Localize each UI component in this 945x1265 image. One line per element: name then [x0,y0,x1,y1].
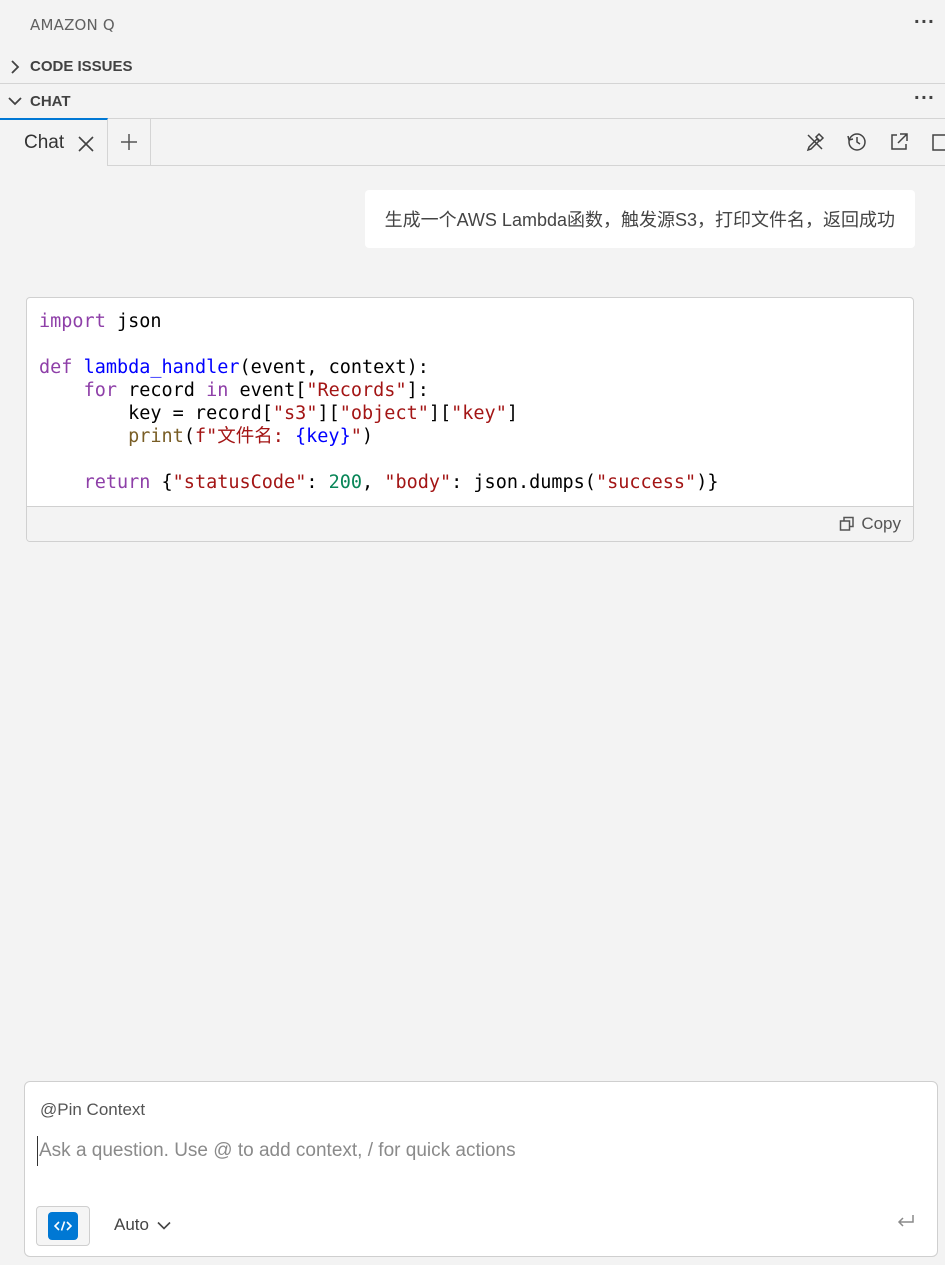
chevron-right-icon [0,59,30,75]
code-icon [48,1212,78,1240]
code-mode-toggle[interactable] [36,1206,90,1246]
send-icon[interactable] [895,1210,917,1232]
new-tab-button[interactable] [108,119,151,165]
code-content: import json def lambda_handler(event, co… [39,310,718,494]
code-line: print(f"文件名: {key}") [128,426,373,447]
panel-header: AMAZON Q ··· [0,0,945,50]
chevron-down-icon [157,1221,171,1230]
chat-tab-bar: Chat [0,118,945,166]
tab-chat[interactable]: Chat [0,118,108,166]
code-line: key = record["s3"]["object"]["key"] [39,403,518,424]
copy-icon [840,516,855,531]
open-external-icon[interactable] [888,131,910,153]
section-code-issues[interactable]: CODE ISSUES [0,50,945,84]
section-label-chat: CHAT [30,92,71,110]
plus-icon [121,134,137,150]
code-block: import json def lambda_handler(event, co… [26,297,914,542]
model-select[interactable]: Auto [114,1215,171,1235]
panel-more-icon[interactable]: ··· [914,12,935,31]
user-message: 生成一个AWS Lambda函数，触发源S3，打印文件名，返回成功 [364,190,915,248]
tools-icon[interactable] [804,131,826,153]
chat-input[interactable] [37,1136,917,1166]
code-line: import json [39,311,162,332]
history-icon[interactable] [846,131,868,153]
copy-label: Copy [861,514,901,533]
code-line: return {"statusCode": 200, "body": json.… [83,472,719,493]
code-line: for record in event["Records"]: [83,380,429,401]
chat-more-icon[interactable]: ··· [914,88,935,107]
chat-composer: @Pin Context Auto [24,1081,938,1257]
code-footer: Copy [27,506,913,541]
close-icon[interactable] [76,134,96,154]
tab-chat-label: Chat [24,132,65,153]
new-window-icon[interactable] [930,131,945,153]
pin-context-button[interactable]: @Pin Context [40,1100,145,1120]
model-select-label: Auto [114,1215,149,1234]
copy-button[interactable]: Copy [839,514,901,534]
section-label-code-issues: CODE ISSUES [30,58,133,75]
section-chat[interactable]: CHAT ··· [0,84,945,118]
chevron-down-icon [0,96,30,106]
panel-title: AMAZON Q [30,16,115,34]
code-line: def lambda_handler(event, context): [39,357,429,378]
